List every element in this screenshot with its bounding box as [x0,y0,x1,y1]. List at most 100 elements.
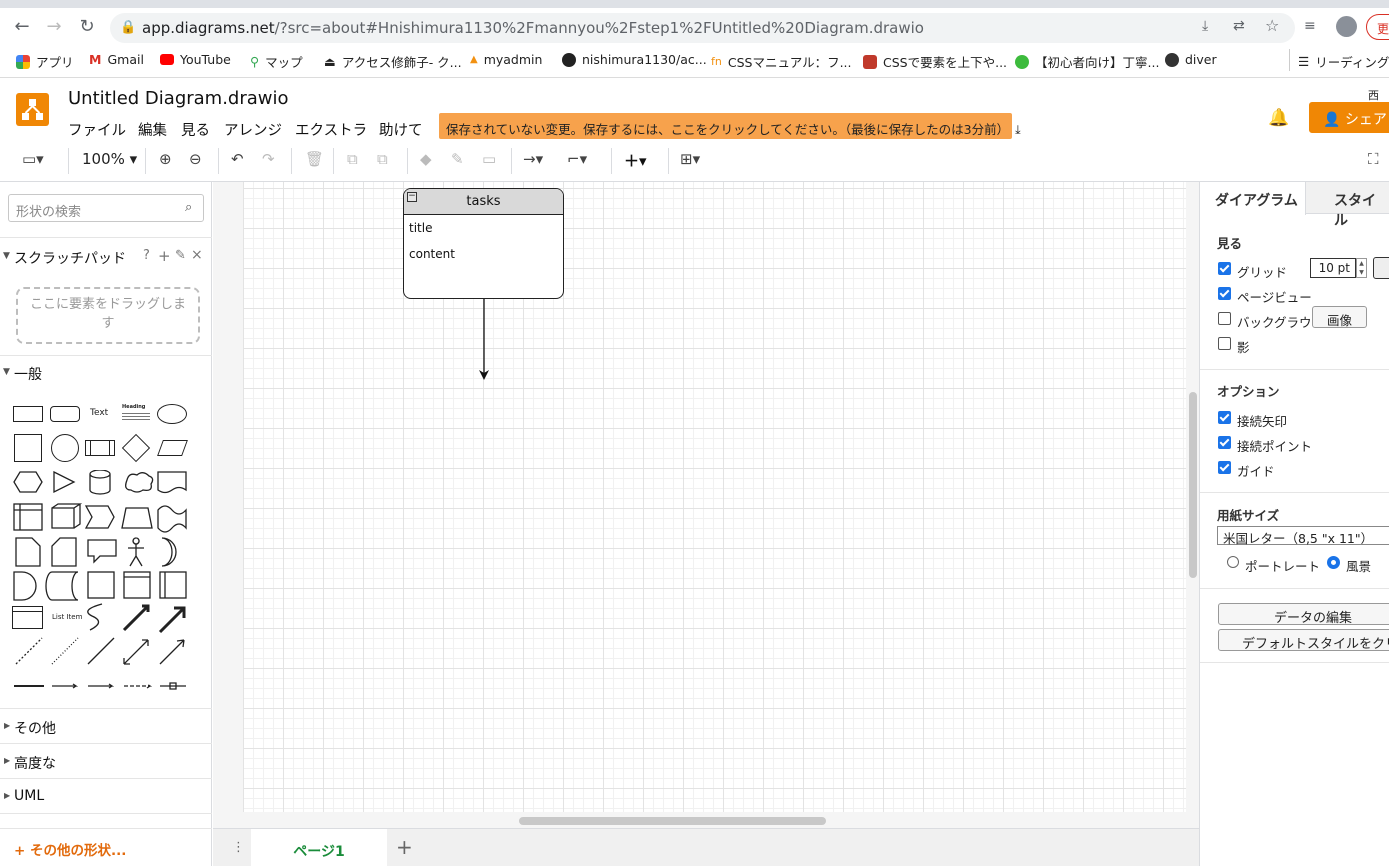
share-button[interactable]: 👤 シェア [1309,102,1389,133]
table-icon[interactable]: ⊞▾ [680,150,700,168]
text-shape[interactable]: Text [90,408,108,418]
guides-checkbox[interactable] [1218,461,1231,474]
more-shapes-button[interactable]: + その他の形状... [14,839,126,859]
image-button[interactable]: 画像 [1312,306,1367,328]
bookmark-css-layout[interactable]: CSSで要素を上下や... [863,52,1007,71]
bookmark-css-manual[interactable]: fn CSSマニュアル：フ... [711,52,852,71]
menu-view[interactable]: 見る [181,119,210,140]
connector-arrow[interactable] [476,299,492,383]
scratchpad-dropzone[interactable]: ここに要素をドラッグします [16,287,200,344]
page-grid[interactable] [243,182,1186,812]
fullscreen-icon[interactable]: ⛶ [1368,150,1379,168]
bookmark-maps[interactable]: ⚲ マップ [250,52,303,71]
grid-color-button[interactable] [1373,257,1389,279]
add-icon[interactable]: + [158,247,171,265]
reload-icon[interactable]: ↻ [77,16,97,37]
add-page-icon[interactable]: + [396,835,413,859]
delete-icon[interactable]: 🗑 [305,150,324,168]
connection-points-checkbox[interactable] [1218,436,1231,449]
landscape-radio[interactable] [1327,556,1340,569]
paper-size-select[interactable]: 米国レター（8,5 "x 11"） [1217,526,1389,546]
waypoints-icon[interactable]: ⌐▾ [567,150,587,168]
general-header[interactable]: ▼ 一般 [0,364,212,384]
redo-icon[interactable]: ↷ [262,150,275,168]
bell-icon[interactable]: 🔔 [1268,108,1289,128]
zoom-in-icon[interactable]: ⊕ [159,150,172,168]
star-icon[interactable]: ☆ [1265,16,1279,35]
connection-arrows-checkbox[interactable] [1218,411,1231,424]
menu-arrange[interactable]: アレンジ [224,119,282,140]
section-other[interactable]: ▶ その他 [0,718,212,738]
url-text[interactable]: app.diagrams.net/?src=about#Hnishimura11… [142,19,924,37]
collapse-toggle-icon[interactable]: − [407,192,417,202]
background-checkbox[interactable] [1218,312,1231,325]
to-front-icon[interactable]: ⧉ [347,150,358,168]
bookmark-beginner[interactable]: 【初心者向け】丁寧... [1015,52,1159,71]
zoom-select[interactable]: 100% ▾ [82,150,137,168]
bookmark-github[interactable]: nishimura1130/ac... [562,52,707,67]
grid-size-input[interactable]: 10 pt [1310,258,1356,278]
media-icon[interactable]: ≡ [1304,18,1316,34]
translate-icon[interactable]: ⇄ [1233,18,1245,34]
bookmark-gmail[interactable]: M Gmail [89,52,144,67]
page-menu-icon[interactable]: ⋮ [232,840,245,855]
zoom-out-icon[interactable]: ⊖ [189,150,202,168]
shadow-icon[interactable]: ▭ [482,150,496,168]
menu-help[interactable]: 助けて [379,119,423,140]
table-row[interactable]: content [409,247,455,261]
section-advanced[interactable]: ▶ 高度な [0,753,212,773]
undo-icon[interactable]: ↶ [231,150,244,168]
bookmark-diver[interactable]: diver [1165,52,1217,67]
grid-size-stepper[interactable]: ▲ ▼ [1356,258,1367,278]
install-icon[interactable]: ⤓ [1202,18,1208,34]
section-uml[interactable]: ▶ UML [0,788,212,804]
bookmark-youtube[interactable]: YouTube [160,52,231,67]
search-icon[interactable]: ⌕ [185,200,192,215]
menu-extras[interactable]: エクストラ [295,119,367,140]
format-panel-icon[interactable]: ▭▾ [22,150,44,168]
to-back-icon[interactable]: ⧉ [377,150,388,168]
shadow-checkbox[interactable] [1218,337,1231,350]
vertical-scrollbar[interactable] [1189,392,1197,578]
close-icon[interactable]: × [191,247,203,263]
menu-edit[interactable]: 編集 [138,119,167,140]
shape-search-input[interactable]: 形状の検索 [8,194,204,222]
entity-table-tasks[interactable]: tasks title content [403,188,564,299]
page-tab[interactable]: ページ1 [251,829,387,866]
bookmark-myadmin[interactable]: ▲ myadmin [470,52,542,67]
grid-checkbox[interactable] [1218,262,1231,275]
help-icon[interactable]: ? [143,248,150,263]
square-shape[interactable] [14,434,42,462]
bookmark-apps[interactable]: アプリ [16,52,74,71]
rounded-rectangle-shape[interactable] [50,406,80,422]
insert-icon[interactable]: ＋▾ [624,150,647,171]
divider [0,828,212,829]
reading-list[interactable]: ☰ リーディング [1298,52,1389,71]
page-view-checkbox[interactable] [1218,287,1231,300]
connection-style-icon[interactable]: →▾ [523,150,543,168]
portrait-radio[interactable] [1227,556,1239,568]
unsaved-changes-notice[interactable]: 保存されていない変更。保存するには、ここをクリックしてください。（最後に保存した… [439,113,1021,139]
edit-icon[interactable]: ✎ [175,248,186,263]
edit-data-button[interactable]: データの編集 [1218,603,1389,626]
table-header[interactable]: tasks [404,189,563,215]
process-shape[interactable] [85,440,115,456]
update-button[interactable]: 更 [1366,14,1389,40]
circle-shape[interactable] [51,434,79,462]
bookmark-access[interactable]: ⏏ アクセス修飾子- ク... [324,52,462,71]
back-icon[interactable]: ← [12,16,32,37]
document-title[interactable]: Untitled Diagram.drawio [68,88,289,109]
table-row[interactable]: title [409,221,432,235]
horizontal-scrollbar[interactable] [519,817,826,825]
forward-icon[interactable]: → [44,16,64,37]
profile-avatar[interactable] [1336,16,1357,37]
line-color-icon[interactable]: ✎ [451,150,464,168]
tab-diagram[interactable]: ダイアグラム [1215,190,1298,210]
fill-color-icon[interactable]: ◆ [420,150,432,168]
clear-default-style-button[interactable]: デフォルトスタイルをクリア [1218,629,1389,652]
tab-style[interactable]: スタイル [1334,190,1389,230]
textbox-shape[interactable]: Heading [122,404,150,422]
ellipse-shape[interactable] [157,404,187,424]
menu-file[interactable]: ファイル [68,119,126,140]
rectangle-shape[interactable] [13,406,43,422]
